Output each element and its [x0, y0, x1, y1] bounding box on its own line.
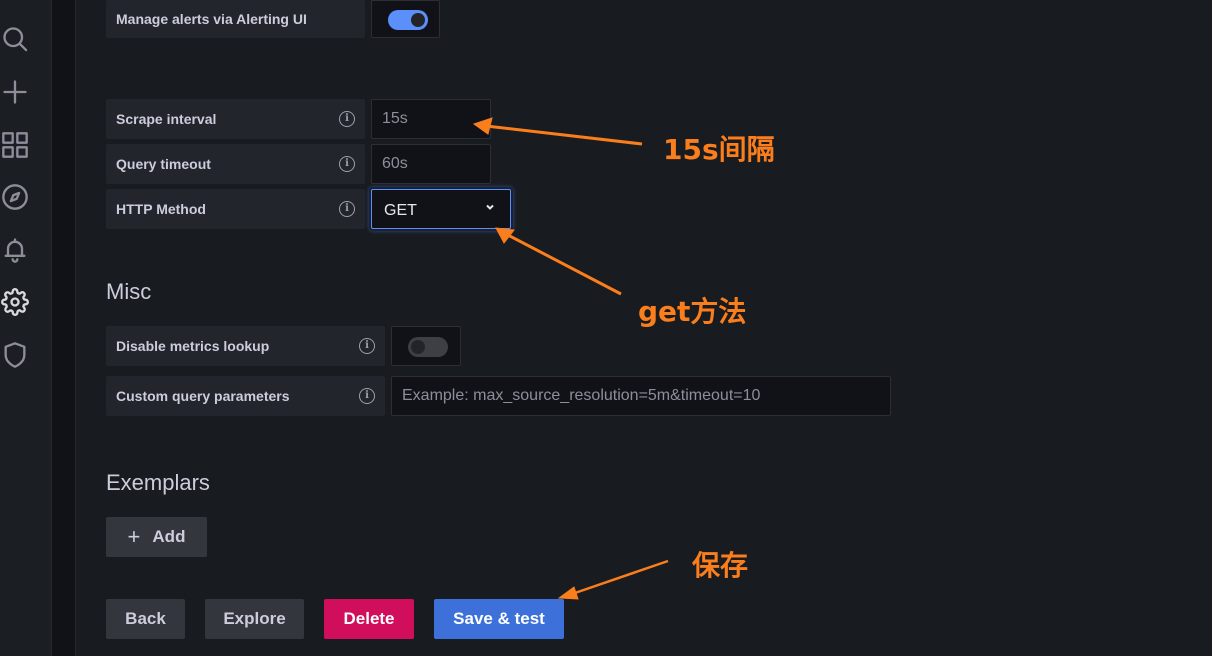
disable-metrics-lookup-toggle-box — [391, 326, 461, 366]
add-exemplar-button[interactable]: + Add — [106, 517, 207, 557]
misc-section-title: Misc — [106, 279, 152, 304]
manage-alerts-label: Manage alerts via Alerting UI — [106, 0, 365, 38]
manage-alerts-toggle[interactable] — [388, 10, 428, 30]
method-annotation: get方法 — [638, 295, 747, 328]
toggle-knob — [411, 13, 425, 27]
chevron-down-icon — [484, 200, 496, 212]
plus-icon: + — [127, 524, 141, 549]
explore-button[interactable]: Explore — [205, 599, 304, 639]
info-icon[interactable]: i — [339, 201, 355, 217]
disable-metrics-lookup-toggle[interactable] — [408, 337, 448, 357]
save-test-button[interactable]: Save & test — [434, 599, 564, 639]
delete-button[interactable]: Delete — [324, 599, 414, 639]
query-timeout-placeholder: 60s — [382, 155, 408, 172]
custom-query-parameters-text: Custom query parameters — [116, 388, 290, 404]
disable-metrics-lookup-label: Disable metrics lookup i — [106, 326, 385, 366]
side-menu — [0, 0, 52, 656]
dashboards-icon[interactable] — [0, 130, 30, 160]
server-admin-shield-icon[interactable] — [0, 340, 30, 370]
http-method-select[interactable]: GET — [371, 189, 511, 229]
manage-alerts-toggle-box — [371, 0, 440, 38]
http-method-text: HTTP Method — [116, 201, 206, 217]
add-exemplar-label: Add — [152, 527, 186, 546]
search-icon[interactable] — [0, 24, 30, 54]
toggle-knob — [411, 340, 425, 354]
scrape-interval-input[interactable]: 15s — [371, 99, 491, 139]
custom-query-parameters-label: Custom query parameters i — [106, 376, 385, 416]
explore-compass-icon[interactable] — [0, 182, 30, 212]
exemplars-section-title: Exemplars — [106, 470, 210, 495]
query-timeout-input[interactable]: 60s — [371, 144, 491, 184]
query-timeout-text: Query timeout — [116, 156, 211, 172]
back-button[interactable]: Back — [106, 599, 185, 639]
save-annotation: 保存 — [692, 549, 749, 582]
plus-icon[interactable] — [0, 77, 30, 107]
manage-alerts-text: Manage alerts via Alerting UI — [116, 11, 307, 27]
configuration-gear-icon[interactable] — [0, 287, 30, 317]
scrape-interval-label: Scrape interval i — [106, 99, 365, 139]
http-method-label: HTTP Method i — [106, 189, 365, 229]
scrape-interval-placeholder: 15s — [382, 110, 408, 127]
query-timeout-label: Query timeout i — [106, 144, 365, 184]
scroll-gutter — [52, 0, 76, 656]
info-icon[interactable]: i — [359, 338, 375, 354]
info-icon[interactable]: i — [339, 111, 355, 127]
info-icon[interactable]: i — [359, 388, 375, 404]
custom-query-parameters-input[interactable]: Example: max_source_resolution=5m&timeou… — [391, 376, 891, 416]
scrape-interval-text: Scrape interval — [116, 111, 217, 127]
http-method-value: GET — [384, 202, 417, 219]
alerting-bell-icon[interactable] — [0, 235, 30, 265]
disable-metrics-lookup-text: Disable metrics lookup — [116, 338, 270, 354]
scrape-annotation: 15s间隔 — [663, 133, 775, 166]
info-icon[interactable]: i — [339, 156, 355, 172]
custom-query-parameters-placeholder: Example: max_source_resolution=5m&timeou… — [402, 387, 761, 404]
